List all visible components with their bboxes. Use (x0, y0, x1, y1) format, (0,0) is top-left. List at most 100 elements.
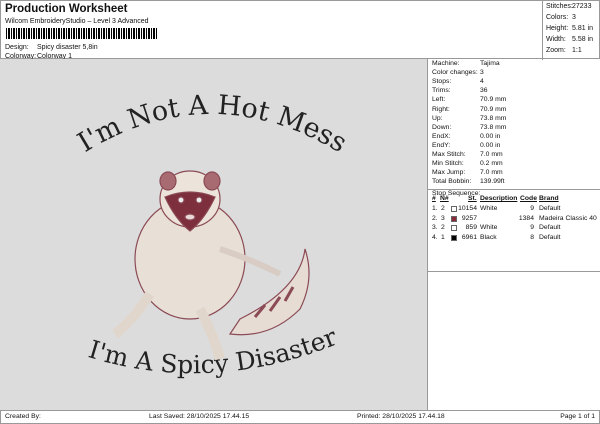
code: 9 (530, 205, 534, 212)
needle: 3 (441, 214, 445, 222)
info-label: Stops: (432, 78, 452, 86)
info-value: 7.0 mm (480, 169, 503, 177)
machine-info-row: Color changes: 3 (432, 69, 597, 76)
machine-info-row: EndX: 0.00 in (432, 133, 597, 140)
machine-info-row: Up: 73.8 mm (432, 115, 597, 122)
color-swatch (451, 206, 457, 212)
machine-info-row: Total Bobbin: 139.99ft (432, 178, 597, 185)
code: 1384 (518, 214, 534, 222)
design-preview: I'm Not A Hot Mess I'm A Spicy Disaster (0, 59, 428, 410)
col-header-description: Description (480, 195, 518, 202)
stitches: 859 (465, 224, 477, 231)
color-swatch (451, 234, 457, 241)
stitches: 9257 (461, 214, 477, 222)
info-value: 3 (480, 69, 484, 77)
brand: Madeira Classic 40 (539, 214, 597, 222)
info-label: Min Stitch: (432, 160, 464, 168)
description: White (480, 224, 498, 231)
stat-colors: Colors: 3 (546, 14, 576, 21)
needle: 1 (441, 233, 445, 241)
header: Production Worksheet Wilcom EmbroiderySt… (0, 0, 600, 60)
machine-info-row: Max Stitch: 7.0 mm (432, 151, 597, 158)
design-label: Design: (5, 44, 29, 51)
code: 9 (530, 224, 534, 231)
info-value: 0.00 in (480, 132, 501, 140)
info-label: Left: (432, 96, 446, 104)
row-num: 3. (432, 224, 438, 231)
info-label: Up: (432, 114, 443, 122)
brand: Default (539, 205, 561, 212)
info-label: Trims: (432, 87, 451, 95)
page-title: Production Worksheet (5, 3, 128, 15)
col-header-needle: N# (440, 195, 449, 202)
stats-box: Stitches: 27233 Colors: 3 Height: 5.81 in W… (542, 1, 600, 60)
info-label: Max Stitch: (432, 151, 466, 158)
info-value: 36 (480, 87, 488, 95)
machine-info-row: Min Stitch: 0.2 mm (432, 160, 597, 167)
barcode (6, 28, 158, 39)
machine-info-row: Down: 73.8 mm (432, 124, 597, 131)
col-header-code: Code (520, 195, 537, 202)
created-by: Created By: (5, 413, 41, 420)
color-swatch (451, 215, 457, 222)
brand: Default (539, 224, 561, 231)
info-value: 70.9 mm (480, 105, 507, 113)
stitches: 10154 (458, 205, 477, 212)
machine-info-row: Max Jump: 7.0 mm (432, 169, 597, 176)
info-value: Tajima (480, 60, 500, 67)
needle: 2 (441, 205, 445, 212)
row-num: 4. (432, 233, 438, 241)
page-number: Page 1 of 1 (560, 413, 595, 420)
col-header-num: # (432, 195, 436, 202)
machine-info-row: Right: 70.9 mm (432, 106, 597, 113)
raccoon-illustration (112, 170, 310, 361)
stat-zoom: Zoom: 1:1 (546, 47, 582, 54)
software-name: Wilcom EmbroideryStudio – Level 3 Advanc… (5, 18, 149, 25)
machine-info-row: EndY: 0.00 in (432, 142, 597, 149)
info-value: 73.8 mm (480, 114, 507, 122)
col-header-brand: Brand (539, 195, 559, 202)
info-label: Right: (432, 105, 450, 113)
stat-stitches: Stitches: 27233 (546, 3, 592, 10)
info-value: 70.9 mm (480, 96, 507, 104)
description: White (480, 205, 498, 212)
col-header-stitches: St. (468, 195, 477, 202)
brand: Default (539, 233, 561, 241)
stop-row: 3. 2 859 White 9 Default (428, 224, 600, 233)
needle: 2 (441, 224, 445, 231)
info-value: 0.2 mm (480, 160, 503, 168)
stat-width: Width: 5.58 in (546, 36, 594, 43)
info-label: Machine: (432, 60, 460, 67)
row-num: 2. (432, 214, 438, 222)
color-swatch (451, 225, 457, 231)
stitches: 6961 (461, 233, 477, 241)
info-label: EndY: (432, 141, 451, 149)
machine-info-row: Stops: 4 (432, 78, 597, 85)
divider (428, 271, 600, 272)
info-label: Color changes: (432, 69, 478, 77)
code: 8 (530, 233, 534, 241)
description: Black (480, 233, 497, 241)
row-num: 1. (432, 205, 438, 212)
info-label: Max Jump: (432, 169, 466, 177)
info-value: 139.99ft (480, 178, 505, 186)
info-label: Down: (432, 123, 452, 131)
machine-info-row: Machine: Tajima (432, 60, 597, 67)
stop-row: 4. 1 6961 Black 8 Default (428, 234, 600, 243)
stat-height: Height: 5.81 in (546, 25, 594, 32)
embroidery-design: I'm Not A Hot Mess I'm A Spicy Disaster (72, 90, 352, 379)
design-text-top: I'm Not A Hot Mess (72, 90, 352, 159)
stop-row: 1. 2 10154 White 9 Default (428, 205, 600, 214)
machine-info-row: Trims: 36 (432, 87, 597, 94)
info-value: 4 (480, 78, 484, 86)
info-label: Total Bobbin: (432, 178, 472, 186)
info-panel: Machine: Tajima Color changes: 3 Stops: 4 Trim… (428, 59, 600, 410)
machine-info-row: Left: 70.9 mm (432, 96, 597, 103)
info-value: 73.8 mm (480, 123, 507, 131)
info-label: EndX: (432, 132, 451, 140)
printed-date: Printed: 28/10/2025 17.44.18 (357, 413, 445, 420)
design-value: Spicy disaster 5,8in (37, 44, 98, 51)
stop-row: 2. 3 9257 1384 Madeira Classic 40 (428, 215, 600, 224)
last-saved: Last Saved: 28/10/2025 17.44.15 (149, 413, 250, 420)
footer: Created By: Last Saved: 28/10/2025 17.44… (0, 410, 600, 424)
